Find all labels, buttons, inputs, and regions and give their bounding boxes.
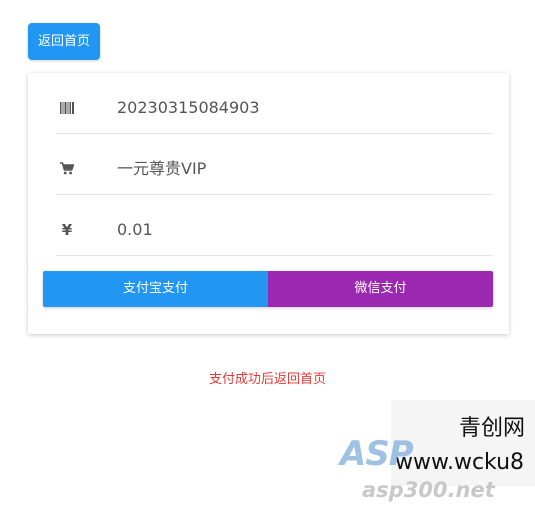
price-value: 0.01 [117,220,153,239]
cart-icon [56,143,78,194]
alipay-button[interactable]: 支付宝支付 [43,271,268,307]
product-row: 一元尊贵VIP [56,143,493,195]
return-home-note: 支付成功后返回首页 [208,372,326,387]
order-card: 20230315084903 一元尊贵VIP ¥ 0.01 支付宝支付 微信支付 [28,73,509,334]
back-home-button[interactable]: 返回首页 [28,23,100,60]
order-number-row: 20230315084903 [56,82,493,134]
product-name: 一元尊贵VIP [117,159,207,178]
payment-button-group: 支付宝支付 微信支付 [43,271,493,307]
yen-icon: ¥ [61,220,73,239]
asp-site-watermark: asp300.net [362,478,495,502]
watermark-url: www.wcku8 [395,450,525,475]
asp-logo-watermark: ASP [340,434,414,474]
wechat-pay-button[interactable]: 微信支付 [268,271,493,307]
watermark-title: 青创网 [459,416,526,441]
price-row: ¥ 0.01 [56,204,493,256]
barcode-icon [56,82,78,133]
order-number: 20230315084903 [117,98,260,117]
